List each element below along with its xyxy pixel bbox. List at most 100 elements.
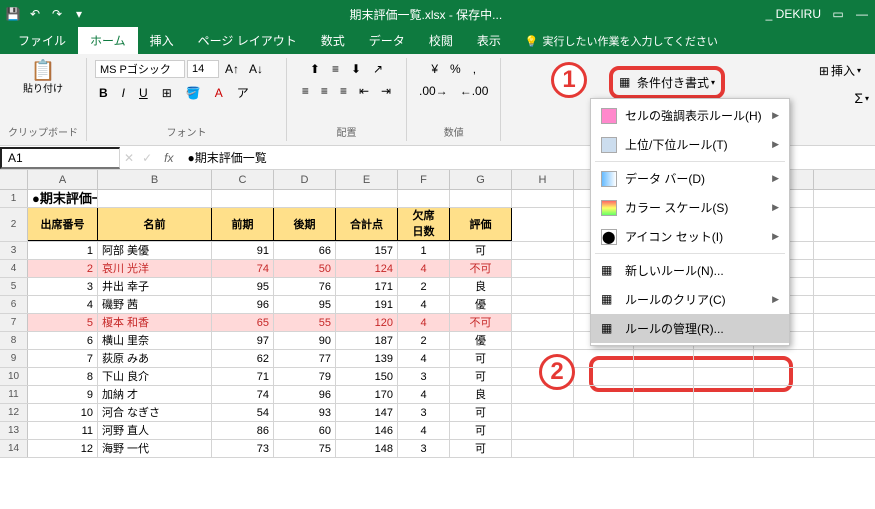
second-term[interactable]: 76 — [274, 278, 336, 295]
align-bottom-icon[interactable]: ⬇ — [347, 60, 365, 78]
border-button[interactable]: ⊞ — [158, 82, 176, 103]
second-term[interactable]: 95 — [274, 296, 336, 313]
enter-formula-icon[interactable]: ✓ — [138, 151, 156, 165]
bold-button[interactable]: B — [95, 82, 112, 103]
save-icon[interactable]: 💾 — [6, 7, 20, 21]
attendance-number[interactable]: 12 — [28, 440, 98, 457]
minimize-icon[interactable]: — — [855, 7, 869, 21]
attendance-number[interactable]: 10 — [28, 404, 98, 421]
second-term[interactable]: 79 — [274, 368, 336, 385]
absence[interactable]: 3 — [398, 440, 450, 457]
absence[interactable]: 4 — [398, 260, 450, 277]
row-header[interactable]: 9 — [0, 350, 28, 367]
cell[interactable] — [98, 190, 212, 207]
row-header[interactable]: 1 — [0, 190, 28, 207]
col-header[interactable]: G — [450, 170, 512, 189]
cf-icon-sets[interactable]: ⬤アイコン セット(I)▶ — [591, 222, 789, 251]
cell[interactable] — [574, 368, 634, 385]
underline-button[interactable]: U — [135, 82, 152, 103]
cell[interactable] — [574, 422, 634, 439]
increase-font-icon[interactable]: A↑ — [221, 60, 243, 78]
table-header[interactable]: 出席番号 — [28, 208, 98, 241]
absence[interactable]: 3 — [398, 368, 450, 385]
total[interactable]: 146 — [336, 422, 398, 439]
cf-highlight-rules[interactable]: セルの強調表示ルール(H)▶ — [591, 101, 789, 130]
fill-color-button[interactable]: 🪣 — [182, 82, 205, 103]
row-header[interactable]: 11 — [0, 386, 28, 403]
first-term[interactable]: 96 — [212, 296, 274, 313]
ribbon-options-icon[interactable]: ▭ — [831, 7, 845, 21]
absence[interactable]: 2 — [398, 278, 450, 295]
cell[interactable] — [512, 242, 574, 259]
orientation-icon[interactable]: ↗ — [369, 60, 387, 78]
cell[interactable] — [574, 440, 634, 457]
tell-me-input[interactable]: 💡 実行したい作業を入力してください — [513, 28, 730, 54]
cell[interactable] — [634, 368, 694, 385]
evaluation[interactable]: 良 — [450, 278, 512, 295]
row-header[interactable]: 5 — [0, 278, 28, 295]
cell[interactable] — [694, 350, 754, 367]
student-name[interactable]: 下山 良介 — [98, 368, 212, 385]
table-header[interactable]: 前期 — [212, 208, 274, 241]
col-header[interactable]: H — [512, 170, 574, 189]
total[interactable]: 139 — [336, 350, 398, 367]
row-header[interactable]: 4 — [0, 260, 28, 277]
student-name[interactable]: 荻原 みあ — [98, 350, 212, 367]
table-header[interactable]: 名前 — [98, 208, 212, 241]
absence[interactable]: 1 — [398, 242, 450, 259]
first-term[interactable]: 91 — [212, 242, 274, 259]
second-term[interactable]: 93 — [274, 404, 336, 421]
first-term[interactable]: 71 — [212, 368, 274, 385]
qat-more-icon[interactable]: ▾ — [72, 7, 86, 21]
tab-file[interactable]: ファイル — [6, 27, 78, 54]
total[interactable]: 157 — [336, 242, 398, 259]
cell[interactable] — [694, 386, 754, 403]
tab-review[interactable]: 校閲 — [417, 27, 465, 54]
row-header[interactable]: 3 — [0, 242, 28, 259]
cf-new-rule[interactable]: ▦新しいルール(N)... — [591, 256, 789, 285]
row-header[interactable]: 8 — [0, 332, 28, 349]
cell[interactable] — [512, 208, 574, 241]
second-term[interactable]: 77 — [274, 350, 336, 367]
attendance-number[interactable]: 5 — [28, 314, 98, 331]
cell[interactable] — [754, 350, 814, 367]
evaluation[interactable]: 可 — [450, 422, 512, 439]
first-term[interactable]: 97 — [212, 332, 274, 349]
row-header[interactable]: 7 — [0, 314, 28, 331]
student-name[interactable]: 海野 一代 — [98, 440, 212, 457]
paste-button[interactable]: 📋 貼り付け — [19, 60, 67, 97]
font-color-button[interactable]: A — [211, 82, 227, 103]
evaluation[interactable]: 可 — [450, 242, 512, 259]
align-right-icon[interactable]: ≡ — [336, 82, 351, 100]
currency-icon[interactable]: ¥ — [427, 60, 442, 78]
tab-view[interactable]: 表示 — [465, 27, 513, 54]
student-name[interactable]: 横山 里奈 — [98, 332, 212, 349]
evaluation[interactable]: 優 — [450, 296, 512, 313]
decrease-font-icon[interactable]: A↓ — [245, 60, 267, 78]
comma-icon[interactable]: , — [469, 60, 480, 78]
row-header[interactable]: 10 — [0, 368, 28, 385]
align-left-icon[interactable]: ≡ — [298, 82, 313, 100]
decrease-decimal-icon[interactable]: ←.00 — [456, 82, 493, 100]
cell[interactable] — [398, 190, 450, 207]
first-term[interactable]: 62 — [212, 350, 274, 367]
align-top-icon[interactable]: ⬆ — [306, 60, 324, 78]
attendance-number[interactable]: 8 — [28, 368, 98, 385]
cell[interactable] — [450, 190, 512, 207]
align-center-icon[interactable]: ≡ — [317, 82, 332, 100]
undo-icon[interactable]: ↶ — [28, 7, 42, 21]
cell[interactable] — [512, 422, 574, 439]
total[interactable]: 187 — [336, 332, 398, 349]
cell[interactable] — [634, 440, 694, 457]
sheet-title[interactable]: ●期末評価一覧 — [28, 190, 98, 207]
percent-icon[interactable]: % — [446, 60, 465, 78]
absence[interactable]: 4 — [398, 314, 450, 331]
first-term[interactable]: 73 — [212, 440, 274, 457]
absence[interactable]: 3 — [398, 404, 450, 421]
evaluation[interactable]: 良 — [450, 386, 512, 403]
cell[interactable] — [754, 404, 814, 421]
total[interactable]: 120 — [336, 314, 398, 331]
cell[interactable] — [634, 350, 694, 367]
attendance-number[interactable]: 3 — [28, 278, 98, 295]
student-name[interactable]: 哀川 光洋 — [98, 260, 212, 277]
